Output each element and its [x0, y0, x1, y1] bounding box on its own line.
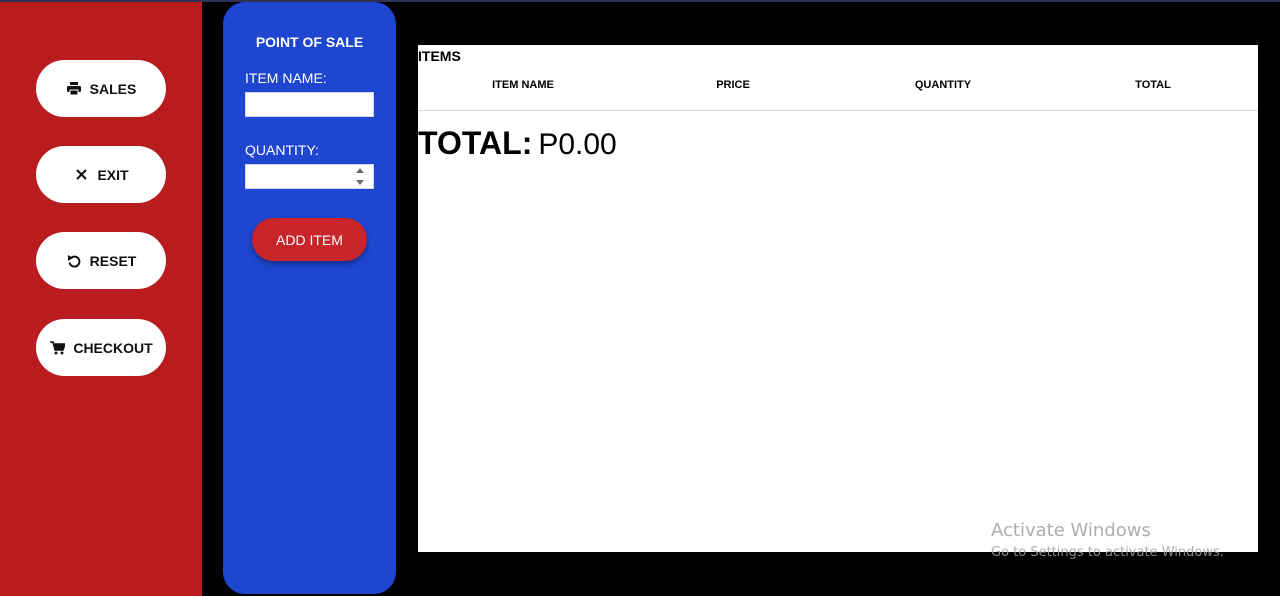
quantity-label: QUANTITY: — [245, 142, 319, 158]
increment-arrow-icon[interactable] — [356, 168, 364, 173]
printer-icon — [66, 81, 82, 97]
close-icon — [73, 167, 89, 183]
items-table-header: ITEM NAME PRICE QUANTITY TOTAL — [418, 75, 1258, 111]
watermark-subtitle: Go to Settings to activate Windows. — [991, 545, 1224, 560]
column-header-total: TOTAL — [1135, 79, 1171, 91]
sales-button-label: SALES — [89, 80, 137, 97]
sidebar-nav: SALES EXIT RESET CHECKOUT — [0, 2, 202, 596]
decrement-arrow-icon[interactable] — [356, 180, 364, 185]
total-label: TOTAL: — [418, 125, 533, 161]
panel-title: POINT OF SALE — [255, 34, 364, 50]
checkout-button-label: CHECKOUT — [73, 339, 153, 356]
watermark-title: Activate Windows — [991, 520, 1151, 541]
column-header-price: PRICE — [716, 79, 750, 91]
pos-form-panel: POINT OF SALE ITEM NAME: QUANTITY: ADD I… — [223, 2, 396, 594]
column-header-item-name: ITEM NAME — [492, 79, 554, 91]
exit-button-label: EXIT — [97, 166, 129, 183]
reset-button-label: RESET — [89, 252, 137, 269]
sales-button[interactable]: SALES — [36, 60, 166, 117]
quantity-spinner[interactable] — [355, 168, 365, 185]
undo-icon — [66, 253, 82, 269]
item-name-input[interactable] — [245, 92, 374, 117]
exit-button[interactable]: EXIT — [36, 146, 166, 203]
total-row: TOTAL: P0.00 — [418, 125, 617, 162]
item-name-label: ITEM NAME: — [245, 70, 327, 86]
add-item-button[interactable]: ADD ITEM — [252, 218, 367, 261]
reset-button[interactable]: RESET — [36, 232, 166, 289]
items-title: ITEMS — [418, 48, 461, 64]
total-amount: P0.00 — [538, 128, 617, 161]
column-header-quantity: QUANTITY — [914, 79, 972, 91]
items-table-area: ITEMS ITEM NAME PRICE QUANTITY TOTAL TOT… — [418, 45, 1258, 552]
checkout-button[interactable]: CHECKOUT — [36, 319, 166, 376]
quantity-input[interactable] — [245, 164, 374, 189]
activate-windows-watermark: Activate Windows Go to Settings to activ… — [991, 519, 1224, 563]
cart-icon — [49, 340, 65, 356]
